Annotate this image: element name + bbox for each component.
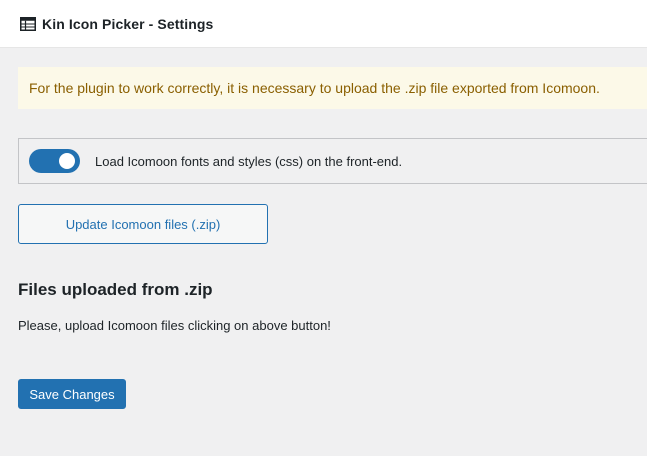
update-icomoon-files-button[interactable]: Update Icomoon files (.zip)	[18, 204, 268, 244]
files-section-message: Please, upload Icomoon files clicking on…	[18, 318, 331, 333]
toggle-knob	[59, 153, 75, 169]
load-fonts-option: Load Icomoon fonts and styles (css) on t…	[18, 138, 647, 184]
warning-notice: For the plugin to work correctly, it is …	[18, 67, 647, 109]
load-fonts-label: Load Icomoon fonts and styles (css) on t…	[95, 153, 403, 169]
table-grid-icon	[20, 16, 36, 31]
page-header: Kin Icon Picker - Settings	[0, 0, 647, 48]
files-section-title: Files uploaded from .zip	[18, 280, 213, 299]
save-changes-button[interactable]: Save Changes	[18, 379, 126, 409]
settings-page: Kin Icon Picker - Settings For the plugi…	[0, 0, 647, 456]
load-fonts-toggle[interactable]	[29, 149, 80, 173]
page-title: Kin Icon Picker - Settings	[42, 15, 214, 32]
